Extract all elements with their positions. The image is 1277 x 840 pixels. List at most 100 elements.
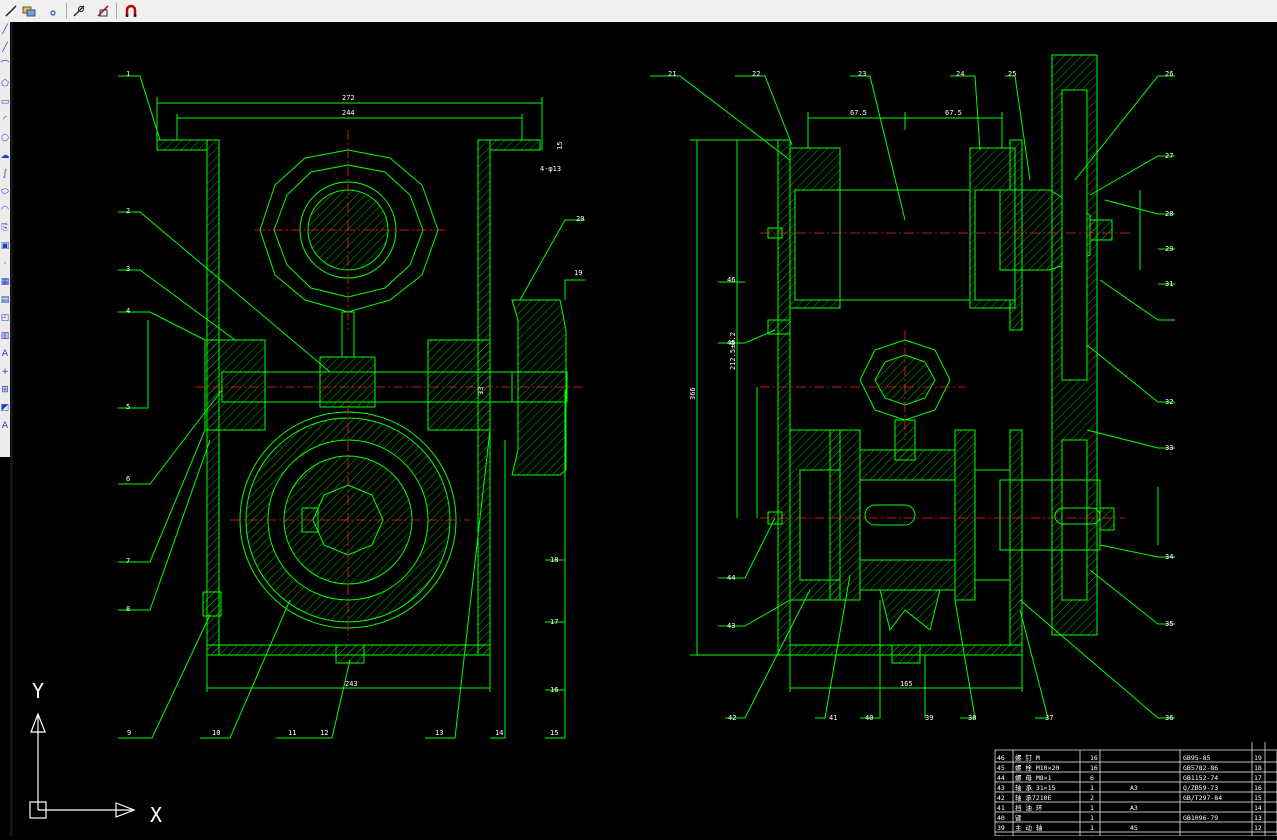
- parts-table-cell: 43: [997, 784, 1005, 792]
- parts-table-cell: 键: [1015, 813, 1022, 822]
- balloon-label: 5: [126, 403, 130, 411]
- dimension-text: 15: [556, 142, 564, 150]
- boundary-icon[interactable]: ◩: [0, 402, 10, 414]
- balloon-label: 34: [1165, 553, 1173, 561]
- lock-icon[interactable]: [94, 2, 112, 20]
- parts-table-cell: 16: [1090, 754, 1098, 762]
- balloon-label: 9: [127, 729, 131, 737]
- parts-table-cell: 螺 母 M8×1: [1015, 773, 1052, 782]
- balloon-label: 18: [550, 556, 558, 564]
- balloon-label: 33: [1165, 444, 1173, 452]
- arc-icon[interactable]: ◜: [0, 114, 10, 126]
- parts-table-cell: A3: [1130, 804, 1138, 812]
- balloon-label: 22: [752, 70, 760, 78]
- revision-cloud-icon[interactable]: ☁: [0, 150, 10, 162]
- parts-table-cell: 45: [1130, 824, 1138, 832]
- parts-table-cell: 45: [997, 764, 1005, 772]
- right-view: [650, 54, 1175, 719]
- ellipse-icon[interactable]: ⬭: [0, 186, 10, 198]
- balloon-label: 28: [1165, 210, 1173, 218]
- multiline-text-icon[interactable]: A: [0, 348, 10, 360]
- point-icon[interactable]: [44, 2, 62, 20]
- layer-properties-icon[interactable]: [20, 2, 38, 20]
- balloon-label: 24: [956, 70, 964, 78]
- dimension-text: 243: [345, 680, 358, 688]
- dimension-text: 244: [342, 109, 355, 117]
- polygon-icon[interactable]: ⬠: [0, 78, 10, 90]
- hatch-icon[interactable]: ▦: [0, 276, 10, 288]
- dimension-text: 272: [342, 94, 355, 102]
- balloon-label: 14: [495, 729, 503, 737]
- parts-table-cell: 19: [1254, 754, 1262, 762]
- balloon-label: 35: [1165, 620, 1173, 628]
- parts-table-cell: Q/ZB59-73: [1183, 784, 1218, 792]
- gradient-icon[interactable]: ▤: [0, 294, 10, 306]
- balloon-label: 37: [1045, 714, 1053, 722]
- parts-table-cell: 1: [1090, 814, 1094, 822]
- parts-table-cell: 轴 承 31×15: [1015, 783, 1055, 792]
- balloon-label: 25: [1008, 70, 1016, 78]
- parts-table-cell: 13: [1254, 814, 1262, 822]
- dimension-text: 366: [689, 387, 697, 400]
- line-tool-icon[interactable]: [2, 2, 20, 20]
- make-block-icon[interactable]: ▣: [0, 240, 10, 252]
- balloon-label: 44: [727, 574, 735, 582]
- ucs-icon: [29, 712, 136, 819]
- rectangle-icon[interactable]: ▭: [0, 96, 10, 108]
- ucs-x-label: X: [150, 803, 162, 827]
- region-icon[interactable]: ◰: [0, 312, 10, 324]
- balloon-label: 21: [668, 70, 676, 78]
- parts-table-cell: GB95-85: [1183, 754, 1210, 762]
- text-icon[interactable]: A: [0, 420, 10, 432]
- table-icon[interactable]: ▥: [0, 330, 10, 342]
- polyline-icon[interactable]: ⌒: [0, 60, 10, 72]
- ellipse-arc-icon[interactable]: ◠: [0, 204, 10, 216]
- balloon-label: 20: [576, 215, 584, 223]
- parts-table-cell: 轴 承7210E: [1015, 793, 1052, 802]
- dimension-text: 212.5±0.2: [729, 332, 737, 370]
- balloon-label: 4: [126, 307, 130, 315]
- drawing-canvas[interactable]: 1 2 3 4 5 6 7 8 9 10 11 12 13 14 15 16 17 18 19 20 21 22 23 24 2…: [13, 22, 1277, 840]
- construction-line-icon[interactable]: ╱: [0, 42, 10, 54]
- parts-table-cell: GB/T297-84: [1183, 794, 1222, 802]
- parts-table-cell: 1: [1090, 804, 1094, 812]
- table-insert-icon[interactable]: ⊞: [0, 384, 10, 396]
- line-icon[interactable]: ╱: [0, 24, 10, 36]
- parts-table-cell: 螺 栓 M10×20: [1015, 763, 1059, 772]
- balloon-label: 26: [1165, 70, 1173, 78]
- balloon-label: 46: [727, 276, 735, 284]
- add-selected-icon[interactable]: +: [0, 366, 10, 378]
- balloon-label: 2: [126, 207, 130, 215]
- balloon-label: 36: [1165, 714, 1173, 722]
- dimension-text: 165: [900, 680, 913, 688]
- parts-table-cell: A3: [1130, 784, 1138, 792]
- balloon-label: 41: [829, 714, 837, 722]
- balloon-label: 7: [126, 557, 130, 565]
- parts-table-cell: 12: [1254, 824, 1262, 832]
- parts-table-cell: 1: [1090, 784, 1094, 792]
- dimension-text: 4-φ13: [540, 165, 561, 173]
- point-draw-icon[interactable]: ·: [0, 258, 10, 270]
- balloon-label: 17: [550, 618, 558, 626]
- balloon-label: 8: [126, 605, 130, 613]
- balloon-label: 15: [550, 729, 558, 737]
- balloon-label: 40: [865, 714, 873, 722]
- balloon-label: 6: [126, 475, 130, 483]
- balloon-label: 10: [212, 729, 220, 737]
- circle-icon[interactable]: ○: [0, 132, 10, 144]
- spline-icon[interactable]: ∫: [0, 168, 10, 180]
- magnet-icon[interactable]: [122, 2, 140, 20]
- parts-table-cell: 42: [997, 794, 1005, 802]
- dimension-text: 67.5: [945, 109, 962, 117]
- parts-table-cell: 主 动 轴: [1015, 823, 1043, 832]
- parts-table-cell: 17: [1254, 774, 1262, 782]
- dimension-text: 67.5: [850, 109, 867, 117]
- balloon-label: 39: [925, 714, 933, 722]
- parts-table-cell: GB5782-86: [1183, 764, 1218, 772]
- balloon-label: 3: [126, 265, 130, 273]
- match-properties-icon[interactable]: [70, 2, 88, 20]
- insert-block-icon[interactable]: ⎘: [0, 222, 10, 234]
- balloon-label: 23: [858, 70, 866, 78]
- balloon-label: 19: [574, 269, 582, 277]
- parts-table-cell: 16: [1254, 784, 1262, 792]
